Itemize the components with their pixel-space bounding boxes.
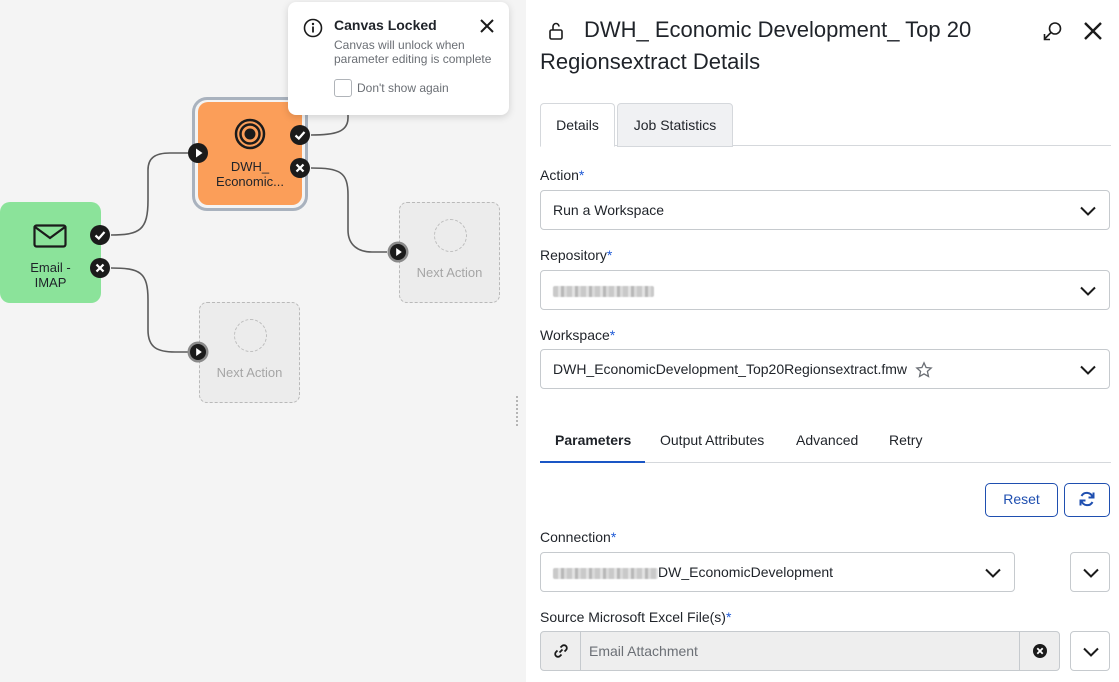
email-imap-node[interactable]: Email - IMAP: [0, 202, 101, 303]
source-label: Source Microsoft Excel File(s)*: [540, 609, 731, 625]
action-value: Run a Workspace: [553, 202, 665, 218]
chevron-down-icon: [1080, 286, 1096, 296]
workspace-value: DWH_EconomicDevelopment_Top20Regionsextr…: [553, 361, 908, 377]
chevron-down-icon: [985, 568, 1001, 578]
subtab-output-attributes[interactable]: Output Attributes: [660, 432, 764, 448]
star-icon[interactable]: [915, 361, 933, 379]
connection-label: Connection*: [540, 529, 616, 545]
panel-resize-handle[interactable]: [516, 396, 522, 428]
workspace-select[interactable]: DWH_EconomicDevelopment_Top20Regionsextr…: [540, 349, 1110, 389]
active-subtab-indicator: [540, 461, 645, 463]
dwh-node-label: DWH_ Economic...: [198, 159, 302, 189]
workflow-canvas[interactable]: Email - IMAP DWH_ Economic... Next Actio…: [0, 0, 526, 682]
connection-select[interactable]: DW_EconomicDevelopment: [540, 552, 1015, 592]
chevron-down-icon: [1083, 568, 1099, 578]
reset-button[interactable]: Reset: [985, 483, 1058, 517]
email-node-label-line2: IMAP: [34, 275, 67, 290]
dwh-economic-node[interactable]: DWH_ Economic...: [198, 102, 302, 205]
dwh-node-label-line2: Economic...: [216, 174, 284, 189]
next-action-label: Next Action: [416, 265, 483, 280]
redacted-repository-value: [553, 285, 654, 297]
source-file-field[interactable]: Email Attachment: [540, 631, 1060, 671]
source-file-value: Email Attachment: [589, 643, 698, 659]
action-label-text: Action: [540, 167, 579, 183]
redacted-connection-prefix: [553, 567, 658, 579]
info-icon: [303, 18, 323, 38]
email-node-label: Email - IMAP: [0, 260, 101, 290]
subtab-parameters[interactable]: Parameters: [555, 432, 631, 448]
repository-label-text: Repository: [540, 247, 607, 263]
email-node-label-line1: Email -: [30, 260, 71, 275]
close-panel-icon[interactable]: [1082, 20, 1104, 42]
panel-tabs: Details Job Statistics: [540, 103, 1111, 147]
x-circle-icon: [290, 158, 310, 178]
action-label: Action*: [540, 167, 584, 183]
toast-message: Canvas will unlock when parameter editin…: [334, 38, 492, 66]
next-action-label: Next Action: [216, 365, 283, 380]
refresh-icon: [1079, 491, 1095, 507]
clear-source-button[interactable]: [1019, 632, 1059, 670]
target-icon: [234, 118, 266, 150]
play-circle-icon: [188, 143, 208, 163]
check-circle-icon: [290, 125, 310, 145]
source-label-text: Source Microsoft Excel File(s): [540, 609, 726, 625]
play-circle-icon: [387, 241, 409, 263]
refresh-button[interactable]: [1064, 483, 1110, 517]
dwh-input-port[interactable]: [187, 142, 209, 164]
required-asterisk: *: [610, 529, 617, 545]
toast-title: Canvas Locked: [334, 17, 437, 33]
play-circle-icon: [187, 341, 209, 363]
details-panel: DWH_ Economic Development_ Top 20 Region…: [526, 0, 1119, 682]
email-failure-port[interactable]: [89, 257, 111, 279]
required-asterisk: *: [606, 247, 613, 263]
chevron-down-icon: [1080, 365, 1096, 375]
parameter-subtabs: Parameters Output Attributes Advanced Re…: [540, 422, 1111, 463]
required-asterisk: *: [578, 167, 585, 183]
canvas-locked-toast: Canvas Locked Canvas will unlock when pa…: [288, 2, 509, 115]
dwh-success-port[interactable]: [289, 124, 311, 146]
connection-options-button[interactable]: [1070, 552, 1110, 592]
next-action-top-input-port[interactable]: [387, 241, 409, 263]
dont-show-again-label[interactable]: Don't show again: [357, 81, 449, 95]
workspace-label-text: Workspace: [540, 327, 610, 343]
email-success-port[interactable]: [89, 224, 111, 246]
chevron-down-icon: [1083, 647, 1099, 657]
check-circle-icon: [90, 225, 110, 245]
tab-details[interactable]: Details: [540, 103, 615, 147]
required-asterisk: *: [609, 327, 616, 343]
x-circle-icon: [1033, 644, 1047, 658]
dont-show-again-checkbox[interactable]: [334, 79, 352, 97]
repository-label: Repository*: [540, 247, 612, 263]
x-circle-icon: [90, 258, 110, 278]
next-action-node-bottom[interactable]: Next Action: [199, 302, 300, 403]
dwh-node-label-line1: DWH_: [230, 159, 270, 174]
repository-select[interactable]: [540, 270, 1110, 310]
connection-value: DW_EconomicDevelopment: [658, 564, 834, 580]
close-icon[interactable]: [478, 17, 496, 35]
next-action-node-top[interactable]: Next Action: [399, 202, 500, 303]
link-button[interactable]: [541, 632, 581, 670]
panel-title: DWH_ Economic Development_ Top 20 Region…: [540, 17, 972, 74]
workspace-label: Workspace*: [540, 327, 615, 343]
next-action-bottom-input-port[interactable]: [187, 341, 209, 363]
chevron-down-icon: [1080, 206, 1096, 216]
tab-job-statistics[interactable]: Job Statistics: [617, 103, 733, 147]
link-icon: [554, 644, 568, 658]
required-asterisk: *: [725, 609, 732, 625]
dwh-failure-port[interactable]: [289, 157, 311, 179]
placeholder-ring-icon: [234, 319, 267, 352]
envelope-icon: [33, 224, 67, 248]
placeholder-ring-icon: [434, 219, 467, 252]
subtab-retry[interactable]: Retry: [889, 432, 922, 448]
popout-icon[interactable]: [1042, 20, 1064, 42]
action-select[interactable]: Run a Workspace: [540, 190, 1110, 230]
subtab-advanced[interactable]: Advanced: [796, 432, 858, 448]
source-options-button[interactable]: [1070, 631, 1110, 671]
connection-label-text: Connection: [540, 529, 611, 545]
